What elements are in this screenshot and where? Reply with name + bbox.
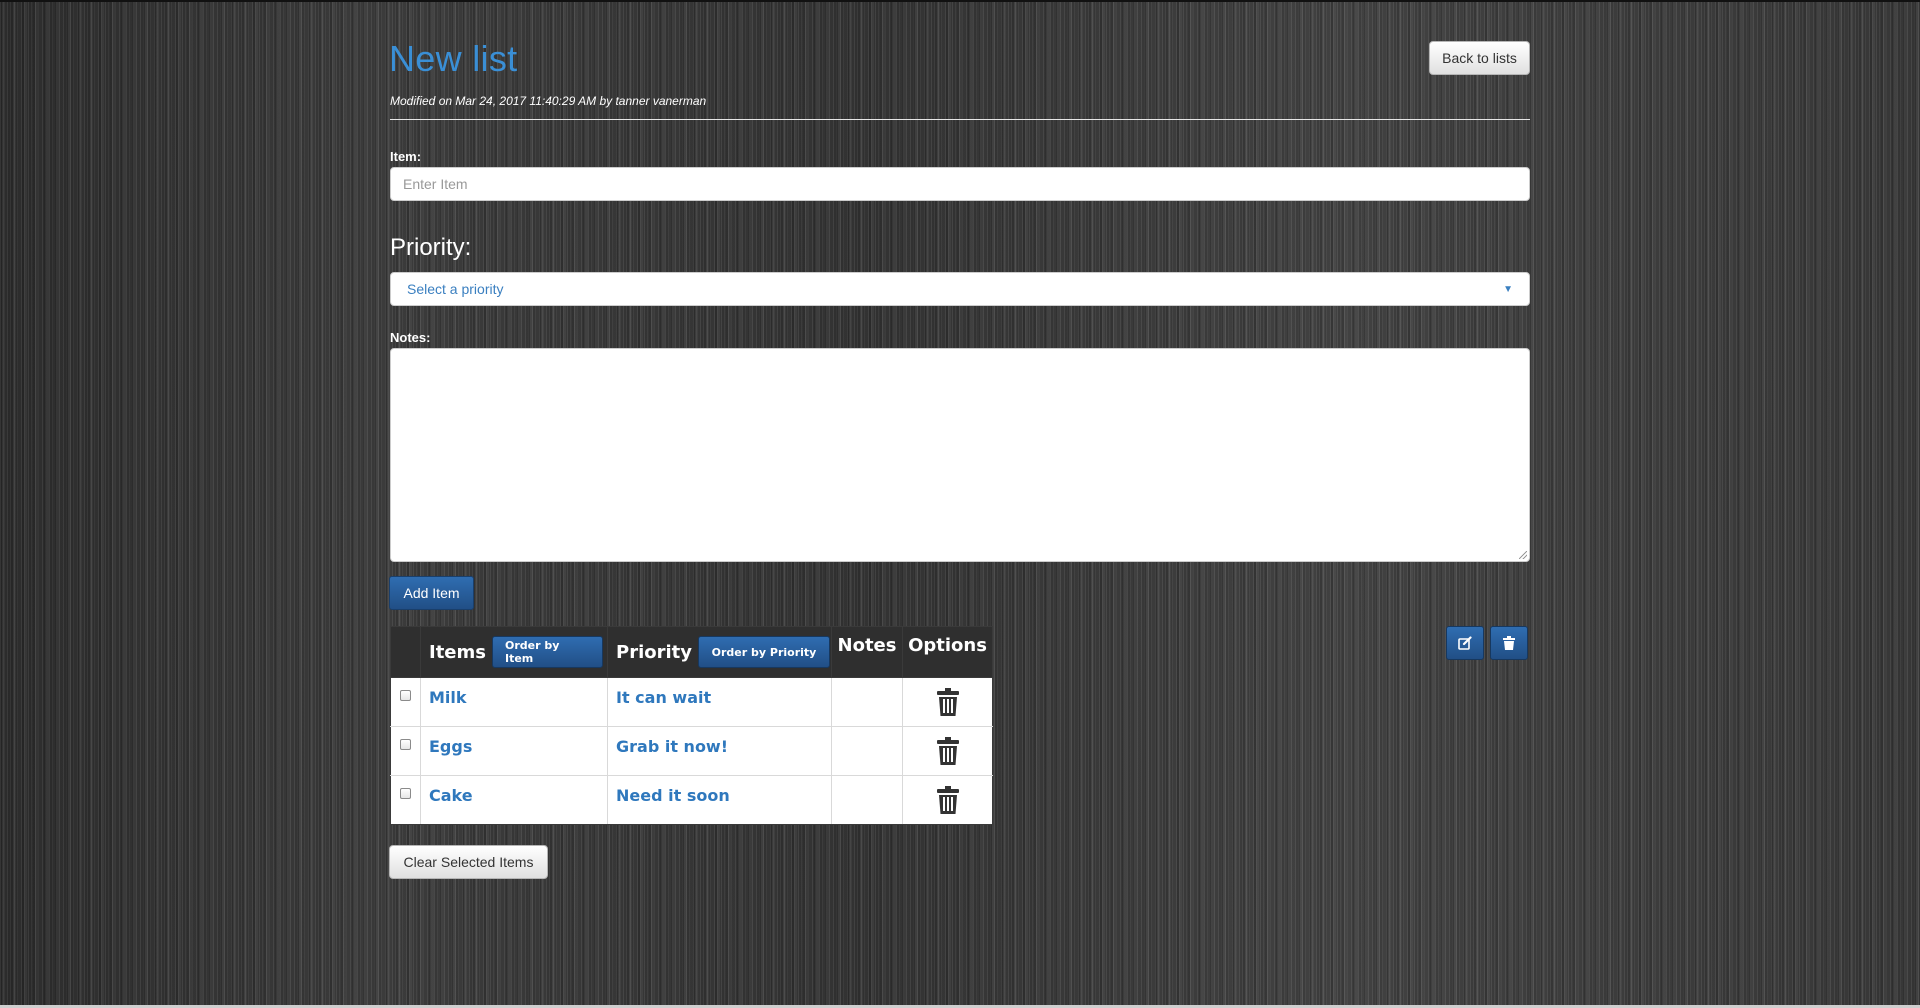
header-select-column <box>390 626 421 678</box>
table-header-row: Items Order by Item Priority Order by Pr… <box>390 626 993 678</box>
header-priority: Priority Order by Priority <box>607 626 832 678</box>
notes-cell <box>832 776 902 786</box>
priority-label: Priority: <box>390 234 472 261</box>
edit-list-button[interactable] <box>1446 626 1484 660</box>
header-divider <box>390 119 1530 120</box>
order-by-item-button[interactable]: Order by Item <box>491 636 603 668</box>
trash-icon[interactable] <box>936 688 959 716</box>
clear-selected-items-button[interactable]: Clear Selected Items <box>389 845 548 879</box>
header-items-label: Items <box>429 641 486 663</box>
row-checkbox[interactable] <box>400 739 411 750</box>
modified-info: Modified on Mar 24, 2017 11:40:29 AM by … <box>390 94 707 108</box>
trash-icon[interactable] <box>936 786 959 814</box>
table-row: Cake Need it soon <box>390 775 993 825</box>
priority-select-value: Select a priority <box>407 281 504 297</box>
row-checkbox[interactable] <box>400 690 411 701</box>
priority-cell[interactable]: Need it soon <box>608 776 831 805</box>
priority-select[interactable]: Select a priority ▼ <box>390 272 1530 306</box>
header-notes-label: Notes <box>837 635 897 656</box>
item-cell[interactable]: Cake <box>421 776 607 805</box>
notes-cell <box>832 727 902 737</box>
priority-cell[interactable]: Grab it now! <box>608 727 831 756</box>
window-top-edge <box>0 0 1920 2</box>
item-cell[interactable]: Milk <box>421 678 607 707</box>
page-title: New list <box>389 38 518 79</box>
priority-cell[interactable]: It can wait <box>608 678 831 707</box>
header-notes: Notes <box>831 626 903 678</box>
notes-label: Notes: <box>390 330 431 345</box>
header-items: Items Order by Item <box>420 626 608 678</box>
item-input[interactable]: Enter Item <box>390 167 1530 201</box>
header-priority-label: Priority <box>616 641 692 663</box>
table-row: Eggs Grab it now! <box>390 726 993 776</box>
order-by-priority-button[interactable]: Order by Priority <box>698 636 830 668</box>
trash-icon[interactable] <box>936 737 959 765</box>
back-to-lists-button[interactable]: Back to lists <box>1429 41 1530 75</box>
header-options: Options <box>902 626 993 678</box>
header-options-label: Options <box>908 635 987 656</box>
edit-icon <box>1458 636 1472 650</box>
items-table: Items Order by Item Priority Order by Pr… <box>390 626 993 825</box>
resize-grip-icon[interactable] <box>1519 551 1527 559</box>
item-cell[interactable]: Eggs <box>421 727 607 756</box>
notes-textarea[interactable] <box>390 348 1530 562</box>
notes-cell <box>832 678 902 688</box>
table-row: Milk It can wait <box>390 677 993 727</box>
item-label: Item: <box>390 149 422 164</box>
delete-list-button[interactable] <box>1490 626 1528 660</box>
row-checkbox[interactable] <box>400 788 411 799</box>
item-input-placeholder: Enter Item <box>403 176 468 192</box>
trash-icon <box>1503 636 1515 650</box>
chevron-down-icon: ▼ <box>1503 283 1513 295</box>
add-item-button[interactable]: Add Item <box>389 576 474 610</box>
